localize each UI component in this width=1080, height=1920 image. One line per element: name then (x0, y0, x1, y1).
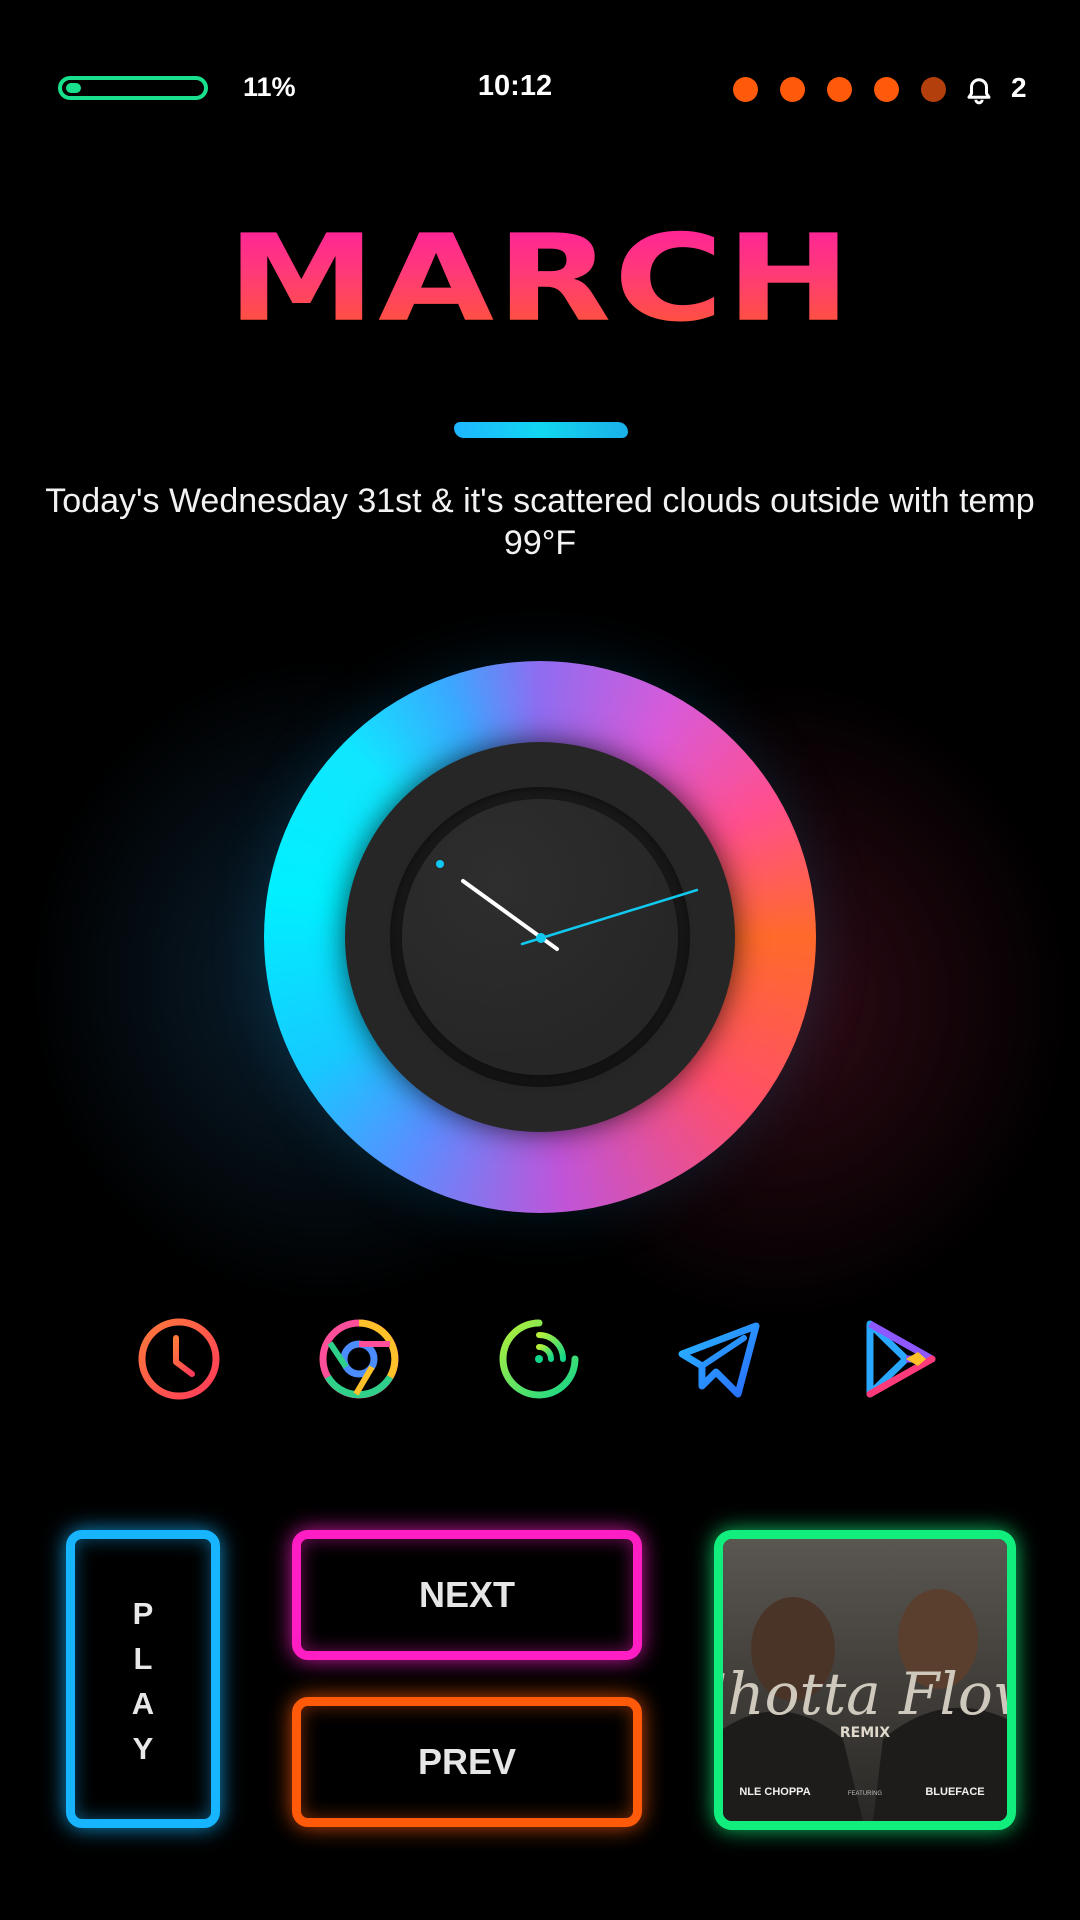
prev-button[interactable]: PREV (292, 1697, 642, 1827)
album-title: Shotta Flow (723, 1660, 1007, 1728)
play-label: P L A Y (75, 1597, 211, 1765)
album-art: Shotta Flow REMIX NLE CHOPPA FEATURING B… (723, 1539, 1007, 1821)
album-tag: REMIX (840, 1725, 890, 1741)
weather-summary: Today's Wednesday 31st & it's scattered … (45, 482, 1035, 562)
notification-count: 2 (1011, 72, 1027, 103)
clock-center-dot (536, 933, 546, 943)
clock-app-icon[interactable] (136, 1316, 222, 1402)
next-label: NEXT (418, 1574, 515, 1615)
fitness-app-icon[interactable] (496, 1316, 582, 1402)
second-hand (520, 888, 699, 946)
month-title: MARCH (0, 215, 1080, 343)
notification-dot (827, 77, 852, 102)
notification-dot (874, 77, 899, 102)
album-art-frame[interactable]: Shotta Flow REMIX NLE CHOPPA FEATURING B… (714, 1530, 1016, 1830)
album-artist: NLE CHOPPA (739, 1786, 810, 1798)
play-store-icon[interactable] (856, 1316, 942, 1402)
telegram-icon[interactable] (676, 1316, 762, 1402)
prev-label: PREV (417, 1741, 517, 1782)
play-letter: P (132, 1596, 154, 1631)
chrome-icon[interactable] (316, 1316, 402, 1402)
notification-dot (921, 77, 946, 102)
notification-dots (733, 77, 946, 102)
next-button[interactable]: NEXT (292, 1530, 642, 1660)
album-feature-artist: BLUEFACE (925, 1786, 984, 1798)
album-featuring: FEATURING (848, 1791, 883, 1797)
clock-hands (436, 860, 699, 951)
notification-dot (733, 77, 758, 102)
play-letter: A (131, 1686, 155, 1721)
brush-underline (454, 422, 628, 438)
bell-icon[interactable] (964, 76, 994, 111)
play-button[interactable]: P L A Y (66, 1530, 220, 1828)
play-letter: L (133, 1641, 153, 1676)
play-letter: Y (132, 1731, 154, 1766)
notification-dot (780, 77, 805, 102)
clock-marker-dot (436, 860, 444, 868)
